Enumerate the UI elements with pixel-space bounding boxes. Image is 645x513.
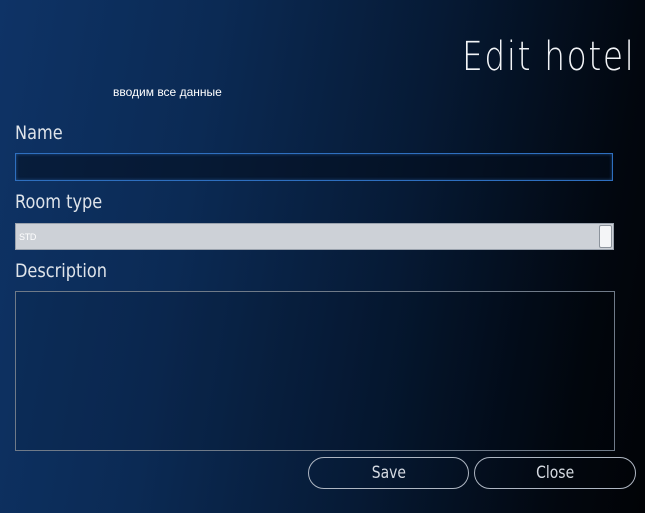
room-type-label: Room type [15, 191, 103, 213]
description-textarea[interactable] [15, 291, 615, 451]
hint-text: вводим все данные [113, 85, 222, 99]
description-label: Description [15, 260, 107, 282]
close-button-label: Close [536, 463, 574, 483]
dropdown-toggle-icon[interactable] [599, 225, 612, 248]
save-button-label: Save [371, 463, 406, 483]
name-input[interactable] [15, 153, 613, 181]
edit-hotel-window: Edit hotel вводим все данные Name Room t… [0, 0, 645, 513]
page-title: Edit hotel [461, 34, 635, 80]
room-type-select[interactable]: STD [15, 223, 614, 250]
save-button[interactable]: Save [308, 457, 469, 489]
close-button[interactable]: Close [474, 457, 636, 489]
name-label: Name [15, 122, 63, 144]
room-type-selected-value: STD [19, 232, 37, 242]
